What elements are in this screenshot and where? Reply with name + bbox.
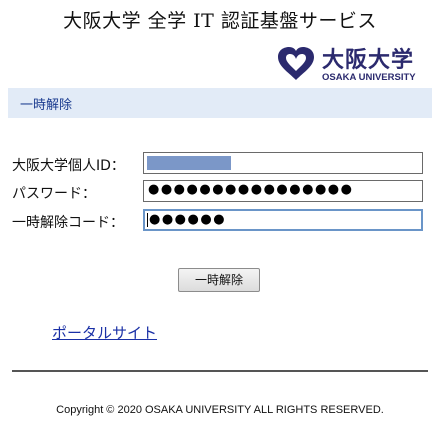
password-row: パスワード： ●●●●●●●●●●●●●●●● <box>12 180 428 204</box>
portal-site-link[interactable]: ポータルサイト <box>52 322 157 343</box>
password-value: ●●●●●●●●●●●●●●●● <box>148 182 354 197</box>
unlock-code-value: ●●●●●● <box>149 212 227 227</box>
footer-divider <box>12 370 428 372</box>
text-caret <box>147 213 148 227</box>
logo-name-en: OSAKA UNIVERSITY <box>322 72 416 83</box>
logo-name-ja: 大阪大学 <box>322 48 415 73</box>
university-logo: 大阪大学 OSAKA UNIVERSITY <box>276 44 436 86</box>
id-selected-text <box>147 156 231 170</box>
unlock-button[interactable]: 一時解除 <box>178 268 260 292</box>
unlock-code-label: 一時解除コード： <box>12 215 124 231</box>
section-header: 一時解除 <box>8 88 432 118</box>
password-input[interactable]: ●●●●●●●●●●●●●●●● <box>143 180 423 202</box>
id-label: 大阪大学個人ID： <box>12 158 125 174</box>
osaka-university-logo-icon <box>278 47 314 80</box>
id-row: 大阪大学個人ID： <box>12 152 428 176</box>
password-label: パスワード： <box>12 186 96 202</box>
section-title: 一時解除 <box>20 98 73 113</box>
unlock-code-row: 一時解除コード： ●●●●●● <box>12 209 428 233</box>
copyright-text: Copyright © 2020 OSAKA UNIVERSITY ALL RI… <box>56 404 384 416</box>
page-title: 大阪大学 全学 IT 認証基盤サービス <box>63 10 377 32</box>
unlock-code-input[interactable]: ●●●●●● <box>143 209 423 231</box>
id-input[interactable] <box>143 152 423 174</box>
